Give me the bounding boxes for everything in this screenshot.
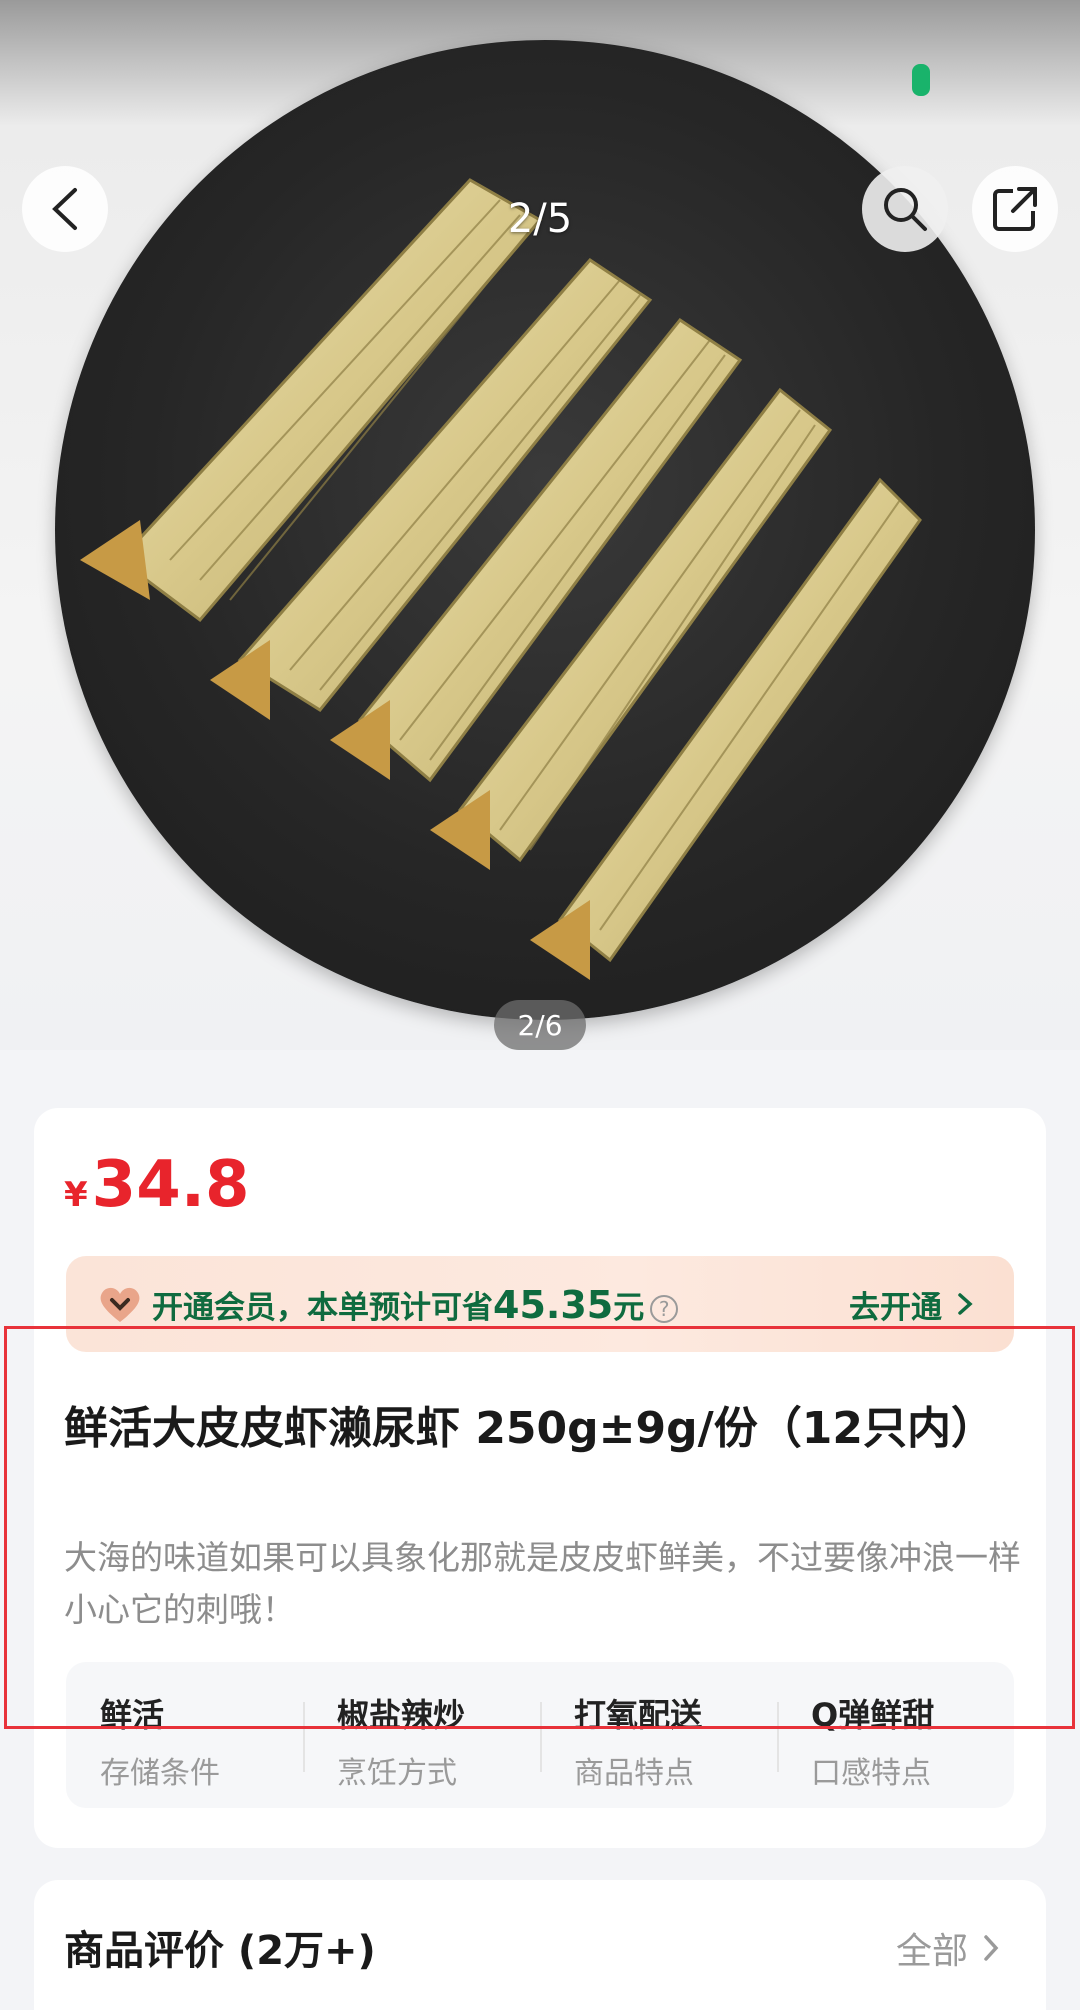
membership-message: 开通会员，本单预计可省 [152, 1289, 493, 1326]
join-membership-link[interactable]: 去开通 [849, 1282, 980, 1327]
back-button[interactable] [22, 166, 108, 252]
attribute-item: Q弹鲜甜 口感特点 [777, 1662, 1014, 1808]
membership-banner[interactable]: 开通会员，本单预计可省45.35元? 去开通 [66, 1256, 1014, 1352]
view-all-label: 全部 [895, 1931, 968, 1972]
attribute-value: 打氧配送 [574, 1696, 703, 1734]
reviews-card[interactable]: 商品评价 (2万+) 全部 [34, 1880, 1046, 2010]
price: ¥ 34.8 [64, 1148, 250, 1222]
attribute-item: 鲜活 存储条件 [66, 1662, 303, 1808]
join-membership-label: 去开通 [849, 1289, 942, 1326]
savings-unit: 元 [613, 1289, 645, 1326]
share-button[interactable] [972, 166, 1058, 252]
attribute-label: 口感特点 [811, 1756, 931, 1791]
status-indicator [912, 64, 930, 96]
attribute-item: 打氧配送 商品特点 [540, 1662, 777, 1808]
attribute-value: 椒盐辣炒 [337, 1696, 466, 1734]
savings-amount: 45.35 [493, 1282, 614, 1327]
attribute-value: 鲜活 [100, 1696, 165, 1734]
reviews-title: 商品评价 (2万+) [64, 1928, 376, 1974]
membership-text: 开通会员，本单预计可省45.35元? [152, 1282, 679, 1327]
chevron-right-icon [958, 1293, 973, 1315]
help-icon[interactable]: ? [650, 1295, 679, 1323]
product-subtitle: 大海的味道如果可以具象化那就是皮皮虾鲜美，不过要像冲浪一样小心它的刺哦！ [64, 1538, 1021, 1629]
product-title: 鲜活大皮皮虾濑尿虾 250g±9g/份（12只内） [64, 1403, 995, 1454]
attribute-label: 烹饪方式 [337, 1756, 457, 1791]
chevron-right-icon [984, 1935, 999, 1961]
product-image-gallery[interactable]: 2/5 2/6 [0, 0, 1080, 1050]
share-icon [993, 187, 1037, 231]
product-info-card: ¥ 34.8 开通会员，本单预计可省45.35元? 去开通 鲜活大皮皮虾濑尿虾 … [34, 1108, 1046, 1848]
image-counter-bottom: 2/6 [494, 1000, 586, 1050]
product-attributes: 鲜活 存储条件 椒盐辣炒 烹饪方式 打氧配送 商品特点 Q弹鲜甜 口感特点 [66, 1662, 1014, 1808]
heart-icon [98, 1282, 142, 1326]
attribute-value: Q弹鲜甜 [811, 1696, 935, 1734]
currency-symbol: ¥ [64, 1175, 88, 1215]
attribute-label: 存储条件 [100, 1756, 220, 1791]
attribute-label: 商品特点 [574, 1756, 694, 1791]
mantis-shrimp-image [80, 178, 922, 980]
search-button[interactable] [862, 166, 948, 252]
price-value: 34.8 [91, 1148, 250, 1222]
chevron-left-icon [52, 188, 77, 230]
image-counter-top: 2/5 [507, 196, 573, 242]
search-icon [884, 188, 927, 231]
attribute-item: 椒盐辣炒 烹饪方式 [303, 1662, 540, 1808]
view-all-reviews-link[interactable]: 全部 [896, 1922, 1006, 1974]
